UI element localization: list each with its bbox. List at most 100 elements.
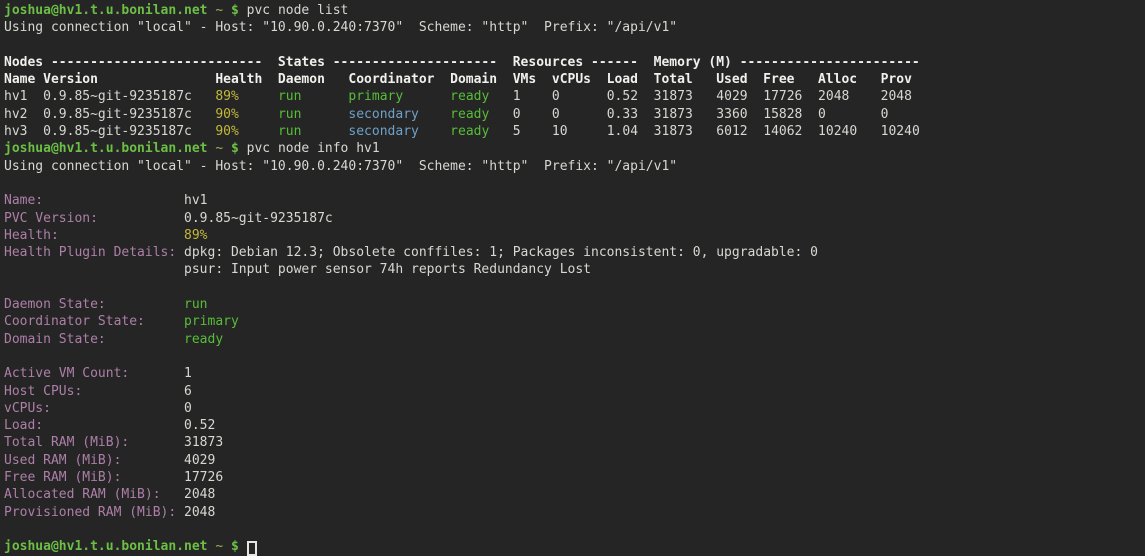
prompt-symbol: $ — [231, 539, 239, 554]
text-segment — [129, 435, 184, 450]
text-segment — [51, 401, 184, 416]
field-label: Free RAM (MiB): — [4, 470, 121, 485]
field-value: 31873 — [184, 435, 223, 450]
prompt-cwd: ~ — [215, 141, 223, 156]
text-segment — [301, 107, 348, 122]
connection-info-1: Using connection "local" - Host: "10.90.… — [4, 19, 1145, 36]
text-segment — [129, 366, 184, 381]
field-label: Name: — [4, 193, 43, 208]
terminal-cursor — [247, 541, 257, 556]
prompt-cwd: ~ — [215, 539, 223, 554]
prompt-user-host: joshua@hv1.t.u.bonilan.net — [4, 141, 208, 156]
text-segment — [223, 539, 231, 554]
node-row-hv1: hv1 0.9.85~git-9235187c 89% run primary … — [4, 88, 1145, 105]
prompt-user-host: joshua@hv1.t.u.bonilan.net — [4, 3, 208, 18]
text-segment — [59, 228, 184, 243]
field-label: Active VM Count: — [4, 366, 129, 381]
field-label: Daemon State: — [4, 297, 106, 312]
text-segment — [176, 245, 184, 260]
field-value: 89% — [184, 228, 207, 243]
field-value: primary — [184, 314, 239, 329]
field-label: Host CPUs: — [4, 384, 82, 399]
health-value: 89% — [215, 89, 238, 104]
field-value: 4029 — [184, 453, 215, 468]
info-health-plugin-details: Health Plugin Details: dpkg: Debian 12.3… — [4, 244, 1145, 261]
field-value: run — [184, 297, 207, 312]
field-value: ready — [184, 332, 223, 347]
info-health: Health: 89% — [4, 227, 1145, 244]
info-vcpus: vCPUs: 0 — [4, 400, 1145, 417]
info-provisioned-ram: Provisioned RAM (MiB): 2048 — [4, 504, 1145, 521]
node-name: hv1 — [4, 89, 43, 104]
field-label: Health: — [4, 228, 59, 243]
text-segment — [489, 89, 512, 104]
text-segment — [43, 418, 184, 433]
blank-line — [4, 348, 1145, 365]
node-version: 0.9.85~git-9235187c — [43, 107, 215, 122]
field-value: 2048 — [184, 487, 215, 502]
info-free-ram: Free RAM (MiB): 17726 — [4, 469, 1145, 486]
info-used-ram: Used RAM (MiB): 4029 — [4, 452, 1145, 469]
blank-line — [4, 521, 1145, 538]
text-segment — [106, 332, 184, 347]
daemon-state: run — [278, 124, 301, 139]
prompt-user-host: joshua@hv1.t.u.bonilan.net — [4, 539, 208, 554]
info-domain-state: Domain State: ready — [4, 331, 1145, 348]
text-segment — [4, 262, 184, 277]
text-segment — [239, 124, 278, 139]
text-segment — [403, 89, 450, 104]
terminal-screen[interactable]: joshua@hv1.t.u.bonilan.net ~ $ pvc node … — [0, 0, 1145, 555]
field-value: 1 — [184, 366, 192, 381]
field-label: Load: — [4, 418, 43, 433]
health-value: 90% — [215, 124, 238, 139]
field-label: Provisioned RAM (MiB): — [4, 505, 176, 520]
connection-info-2: Using connection "local" - Host: "10.90.… — [4, 158, 1145, 175]
coordinator-state: secondary — [348, 107, 418, 122]
prompt-line-3: joshua@hv1.t.u.bonilan.net ~ $ — [4, 538, 1145, 555]
coordinator-state: secondary — [348, 124, 418, 139]
resource-values: 5 10 1.04 31873 6012 14062 10240 10240 — [513, 124, 920, 139]
resource-values: 1 0 0.52 31873 4029 17726 2048 2048 — [513, 89, 912, 104]
prompt-cwd: ~ — [215, 3, 223, 18]
blank-line — [4, 279, 1145, 296]
text-segment — [145, 314, 184, 329]
text-segment — [301, 124, 348, 139]
node-version: 0.9.85~git-9235187c — [43, 89, 215, 104]
field-label: Health Plugin Details: — [4, 245, 176, 260]
field-label: PVC Version: — [4, 211, 98, 226]
info-allocated-ram: Allocated RAM (MiB): 2048 — [4, 486, 1145, 503]
info-active-vm-count: Active VM Count: 1 — [4, 365, 1145, 382]
info-load: Load: 0.52 — [4, 417, 1145, 434]
connection-message: Using connection "local" - Host: "10.90.… — [4, 20, 677, 35]
daemon-state: run — [278, 107, 301, 122]
text-segment — [239, 539, 247, 554]
prompt-line-1: joshua@hv1.t.u.bonilan.net ~ $ pvc node … — [4, 2, 1145, 19]
info-coordinator-state: Coordinator State: primary — [4, 313, 1145, 330]
text-segment — [98, 211, 184, 226]
domain-state: ready — [450, 107, 489, 122]
info-pvc-version: PVC Version: 0.9.85~git-9235187c — [4, 210, 1145, 227]
node-row-hv2: hv2 0.9.85~git-9235187c 90% run secondar… — [4, 106, 1145, 123]
connection-message: Using connection "local" - Host: "10.90.… — [4, 159, 677, 174]
text-segment — [489, 124, 512, 139]
command-text: pvc node info hv1 — [239, 141, 380, 156]
field-value: dpkg: Debian 12.3; Obsolete conffiles: 1… — [184, 245, 818, 260]
field-value: hv1 — [184, 193, 207, 208]
field-value: 0.52 — [184, 418, 215, 433]
text-segment — [121, 470, 184, 485]
coordinator-state: primary — [348, 89, 403, 104]
info-host-cpus: Host CPUs: 6 — [4, 383, 1145, 400]
text-segment — [419, 107, 450, 122]
info-name: Name: hv1 — [4, 192, 1145, 209]
field-value: 0 — [184, 401, 192, 416]
field-value: psur: Input power sensor 74h reports Red… — [184, 262, 591, 277]
text-segment — [43, 193, 184, 208]
field-value: 2048 — [184, 505, 215, 520]
text-segment — [301, 89, 348, 104]
text-segment — [223, 141, 231, 156]
text-segment — [239, 107, 278, 122]
column-header-text: Name Version Health Daemon Coordinator D… — [4, 72, 912, 87]
field-value: 6 — [184, 384, 192, 399]
field-label: vCPUs: — [4, 401, 51, 416]
node-name: hv2 — [4, 107, 43, 122]
